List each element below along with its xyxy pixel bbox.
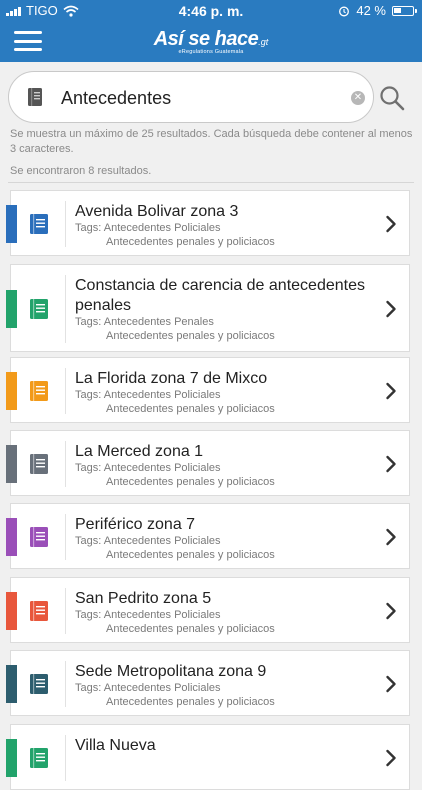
result-category: Antecedentes penales y policiacos: [106, 403, 275, 415]
chevron-right-icon[interactable]: [385, 528, 397, 546]
result-card[interactable]: Villa Nueva: [6, 724, 410, 790]
chevron-right-icon[interactable]: [385, 749, 397, 767]
chevron-right-icon[interactable]: [385, 675, 397, 693]
category-color-strip: [6, 739, 17, 777]
result-tags: Tags: Antecedentes Policiales: [75, 609, 221, 621]
category-color-strip: [6, 290, 17, 328]
document-icon: [30, 454, 48, 474]
result-card[interactable]: Avenida Bolivar zona 3 Tags: Antecedentes…: [6, 190, 410, 256]
result-card[interactable]: San Pedrito zona 5 Tags: Antecedentes Pol…: [6, 577, 410, 643]
result-category: Antecedentes penales y policiacos: [106, 696, 275, 708]
category-color-strip: [6, 592, 17, 630]
result-category: Antecedentes penales y policiacos: [106, 476, 275, 488]
logo-text: Así se hace: [153, 28, 259, 50]
results-count: Se encontraron 8 resultados.: [10, 165, 152, 177]
card-divider: [65, 735, 66, 781]
result-tags: Tags: Antecedentes Policiales: [75, 535, 221, 547]
status-bar: TIGO 4:46 p. m. 42 %: [0, 0, 422, 22]
result-category: Antecedentes penales y policiacos: [106, 330, 275, 342]
chevron-right-icon[interactable]: [385, 215, 397, 233]
clear-search-button[interactable]: ✕: [351, 91, 365, 105]
result-category: Antecedentes penales y policiacos: [106, 236, 275, 248]
chevron-right-icon[interactable]: [385, 300, 397, 318]
result-card[interactable]: Sede Metropolitana zona 9 Tags: Anteceden…: [6, 650, 410, 716]
document-icon: [30, 381, 48, 401]
result-card[interactable]: Constancia de carencia de antecedentes p…: [6, 264, 410, 352]
result-title: Constancia de carencia de antecedentes p…: [75, 277, 365, 314]
document-icon: [30, 214, 48, 234]
result-card[interactable]: La Florida zona 7 de Mixco Tags: Antecede…: [6, 357, 410, 423]
result-tags: Tags: Antecedentes Policiales: [75, 222, 221, 234]
alarm-icon: [339, 6, 350, 17]
search-bar: ✕: [8, 71, 374, 123]
card-divider: [65, 441, 66, 487]
result-title: San Pedrito zona 5: [75, 590, 212, 607]
search-input[interactable]: [59, 80, 343, 116]
card-divider: [65, 514, 66, 560]
result-title: La Florida zona 7 de Mixco: [75, 370, 268, 387]
result-category: Antecedentes penales y policiacos: [106, 549, 275, 561]
status-right: 42 %: [338, 0, 417, 22]
result-card[interactable]: La Merced zona 1 Tags: Antecedentes Polic…: [6, 430, 410, 496]
result-title: Avenida Bolivar zona 3: [75, 203, 239, 220]
document-icon: [30, 601, 48, 621]
category-color-strip: [6, 665, 17, 703]
category-color-strip: [6, 445, 17, 483]
card-divider: [65, 661, 66, 707]
result-title: Sede Metropolitana zona 9: [75, 663, 267, 680]
chevron-right-icon[interactable]: [385, 382, 397, 400]
app-header: TIGO 4:46 p. m. 42 % Así se hace.gt eReg…: [0, 0, 422, 62]
result-title: Periférico zona 7: [75, 516, 196, 533]
card-divider: [65, 588, 66, 634]
battery-icon: [392, 6, 417, 16]
category-color-strip: [6, 518, 17, 556]
book-icon: [28, 88, 42, 106]
category-color-strip: [6, 205, 17, 243]
result-title: Villa Nueva: [75, 737, 156, 754]
app-logo: Así se hace.gt eRegulations Guatemala: [0, 28, 422, 55]
document-icon: [30, 299, 48, 319]
document-icon: [30, 527, 48, 547]
result-card[interactable]: Periférico zona 7 Tags: Antecedentes Poli…: [6, 503, 410, 569]
result-category: Antecedentes penales y policiacos: [106, 623, 275, 635]
logo-subtitle: eRegulations Guatemala: [178, 49, 244, 55]
result-tags: Tags: Antecedentes Policiales: [75, 682, 221, 694]
search-help-text: Se muestra un máximo de 25 resultados. C…: [10, 128, 413, 155]
battery-level: [394, 8, 401, 13]
category-color-strip: [6, 372, 17, 410]
card-divider: [65, 368, 66, 414]
divider: [8, 182, 414, 183]
logo-suffix: .gt: [258, 37, 269, 47]
result-tags: Tags: Antecedentes Policiales: [75, 462, 221, 474]
card-divider: [65, 275, 66, 343]
chevron-right-icon[interactable]: [385, 455, 397, 473]
document-icon: [30, 674, 48, 694]
result-tags: Tags: Antecedentes Penales: [75, 316, 214, 328]
result-tags: Tags: Antecedentes Policiales: [75, 389, 221, 401]
search-icon[interactable]: [378, 84, 406, 112]
card-divider: [65, 201, 66, 247]
result-title: La Merced zona 1: [75, 443, 204, 460]
battery-percent: 42 %: [356, 3, 386, 18]
chevron-right-icon[interactable]: [385, 602, 397, 620]
document-icon: [30, 748, 48, 768]
